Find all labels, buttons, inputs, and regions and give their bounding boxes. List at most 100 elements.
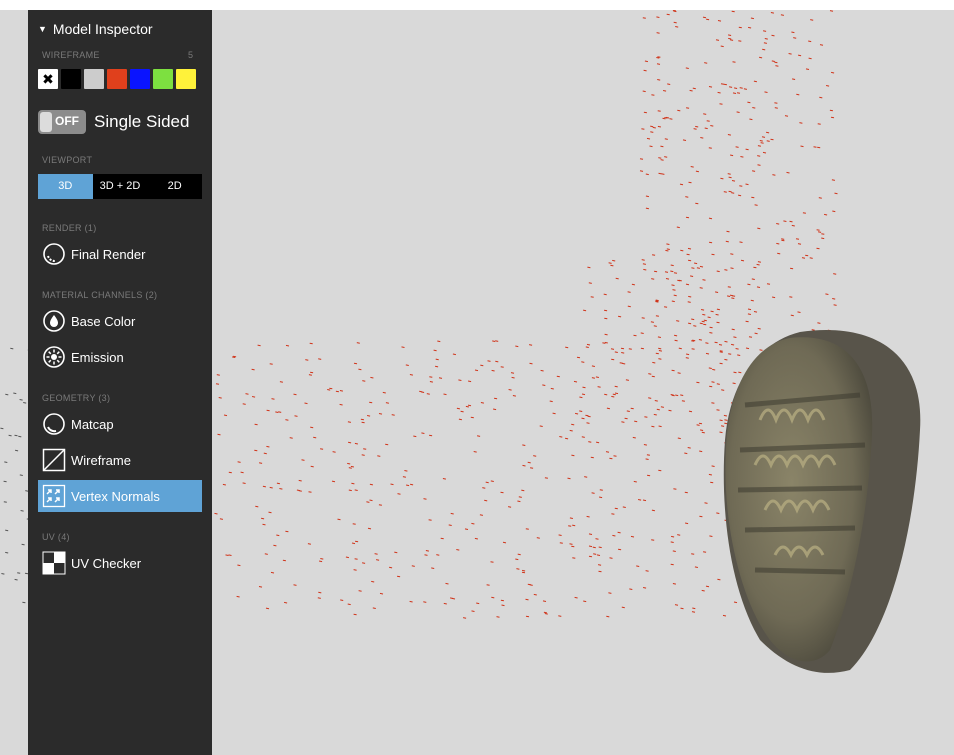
vertex-normal-tick: [318, 591, 322, 594]
vertex-normal-tick: [426, 393, 430, 395]
vertex-normal-tick: [317, 597, 321, 599]
vertex-normal-tick: [711, 402, 715, 404]
panel-header[interactable]: ▼ Model Inspector: [38, 21, 153, 37]
emission-item[interactable]: Emission: [38, 341, 202, 373]
vertex-normal-tick: [638, 499, 642, 501]
vertex-normal-tick: [579, 410, 583, 412]
base-color-item[interactable]: Base Color: [38, 305, 202, 337]
vertex-normal-tick: [720, 83, 725, 85]
caret-down-icon[interactable]: ▼: [38, 24, 47, 34]
vertex-normal-tick: [363, 448, 367, 450]
vertex-normal-tick: [711, 253, 715, 256]
vertex-normal-tick: [699, 450, 703, 453]
vertex-normal-tick: [376, 559, 380, 561]
vertex-normal-tick: [329, 387, 333, 390]
vertex-normal-tick: [649, 145, 653, 148]
vertex-normal-tick: [544, 613, 548, 615]
swatch-red[interactable]: [107, 69, 127, 89]
vertex-normal-tick: [717, 91, 721, 94]
swatch-blue[interactable]: [130, 69, 150, 89]
vertex-normal-tick: [696, 424, 700, 426]
vertex-normal-tick: [816, 229, 820, 231]
vertex-normal-tick: [705, 342, 709, 344]
vertex-normal-tick: [425, 550, 429, 552]
vertex-normal-tick: [233, 355, 237, 358]
vertex-normal-tick: [671, 369, 675, 372]
vertex-normal-tick: [572, 557, 576, 559]
vertex-normal-tick: [630, 535, 635, 538]
vertex-normal-tick: [650, 321, 654, 323]
vertex-normal-tick: [470, 416, 474, 419]
vertex-normal-tick: [581, 417, 585, 420]
vertex-normal-tick: [549, 400, 553, 403]
vertex-normal-tick: [654, 400, 658, 402]
vertex-normal-tick: [759, 349, 763, 351]
wireframe-item[interactable]: Wireframe: [38, 444, 202, 476]
vertex-normal-tick: [214, 512, 218, 515]
vertex-normal-tick: [634, 420, 638, 423]
vertex-normal-tick: [353, 362, 358, 365]
vertex-normal-tick: [440, 537, 444, 540]
swatch-black[interactable]: [61, 69, 81, 89]
vertex-normal-tick: [692, 607, 696, 610]
vertex-normal-tick: [766, 131, 770, 134]
material-channels-section-label: MATERIAL CHANNELS (2): [42, 290, 158, 300]
vertex-normal-tick: [624, 417, 628, 420]
swatch-none[interactable]: ✖: [38, 69, 58, 89]
viewport-3d-2d-button[interactable]: 3D + 2D: [93, 174, 148, 199]
vertex-normal-tick: [685, 283, 690, 286]
vertex-normal-tick: [756, 263, 760, 266]
vertex-normal-tick: [3, 501, 7, 503]
vertex-normal-tick: [750, 17, 754, 20]
vertex-normal-tick: [695, 125, 699, 128]
vertex-normal-tick: [705, 352, 710, 355]
vertex-normal-tick: [745, 347, 750, 350]
viewport-2d-button[interactable]: 2D: [147, 174, 202, 199]
vertex-normal-tick: [707, 316, 711, 319]
uv-checker-item[interactable]: UV Checker: [38, 547, 202, 579]
vertex-normal-tick: [358, 368, 362, 371]
vertex-normal-tick: [747, 101, 751, 104]
vertex-normal-tick: [320, 448, 324, 450]
vertex-normal-tick: [687, 447, 691, 449]
vertex-normal-tick: [817, 123, 821, 125]
vertex-normal-tick: [611, 513, 615, 515]
vertex-normal-tick: [437, 340, 441, 343]
vertex-normal-tick: [354, 489, 358, 491]
vertex-normal-tick: [511, 376, 515, 379]
vertex-normal-tick: [687, 247, 692, 250]
vertex-normal-tick: [660, 406, 664, 408]
swatch-yellow[interactable]: [176, 69, 196, 89]
vertex-normal-tick: [671, 535, 675, 538]
vertex-normal-tick: [586, 422, 590, 424]
vertex-normal-tick: [716, 512, 720, 514]
vertex-normal-tick: [496, 616, 500, 618]
vertex-normal-tick: [543, 611, 547, 614]
matcap-item[interactable]: Matcap: [38, 408, 202, 440]
swatch-gray[interactable]: [84, 69, 104, 89]
vertex-normal-tick: [539, 425, 543, 427]
final-render-item[interactable]: Final Render: [38, 238, 202, 270]
vertex-normal-tick: [802, 212, 806, 214]
swatch-green[interactable]: [153, 69, 173, 89]
vertex-normal-tick: [749, 118, 753, 121]
single-sided-toggle[interactable]: OFF: [38, 110, 86, 134]
vertex-normal-tick: [675, 26, 679, 28]
vertex-normal-tick: [690, 166, 694, 168]
vertex-normal-tick: [813, 146, 817, 148]
vertex-normal-tick: [474, 537, 478, 540]
vertex-normal-tick: [348, 489, 352, 492]
viewport-3d-button[interactable]: 3D: [38, 174, 93, 199]
vertex-normals-item[interactable]: Vertex Normals: [38, 480, 202, 512]
wireframe-icon: [42, 448, 66, 472]
vertex-normal-tick: [688, 259, 692, 262]
vertex-normal-tick: [738, 194, 742, 197]
vertex-normal-tick: [643, 444, 647, 446]
vertex-normal-tick: [656, 16, 660, 18]
vertex-normal-tick: [655, 352, 659, 355]
vertex-normal-tick: [799, 122, 803, 124]
vertex-normal-tick: [5, 529, 9, 532]
vertex-normal-tick: [622, 362, 626, 365]
vertex-normal-tick: [732, 92, 737, 94]
vertex-normal-tick: [818, 197, 822, 199]
